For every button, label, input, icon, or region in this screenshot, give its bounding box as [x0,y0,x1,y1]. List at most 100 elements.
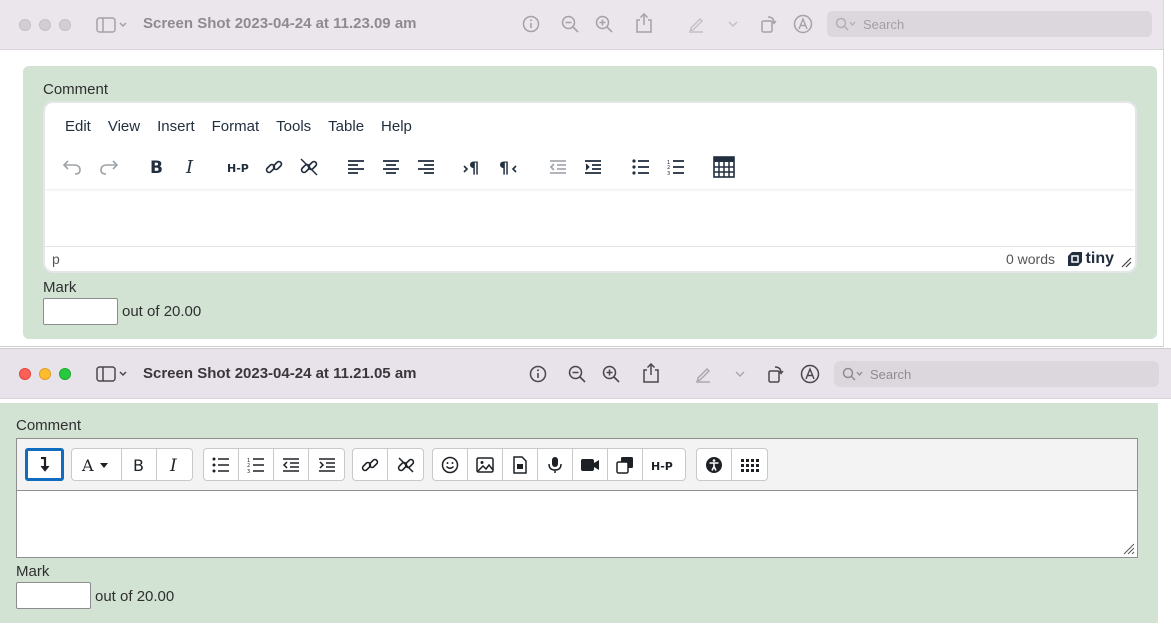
svg-text:H-P: H-P [651,460,673,471]
editor-toolbar: B I H-P ¶ ¶ 1 2 3 [45,149,1135,189]
share-icon[interactable] [640,362,662,384]
italic-icon[interactable]: I [157,449,192,480]
align-center-icon[interactable] [377,153,405,181]
atto-editor-body[interactable] [17,491,1137,557]
image-icon[interactable] [468,449,503,480]
close-button[interactable] [19,18,31,31]
menu-table[interactable]: Table [328,118,364,135]
h5p-icon[interactable]: H-P [643,449,685,480]
search-icon [842,367,863,381]
toolbar-group-style: A B I [71,448,193,481]
info-icon[interactable] [527,363,549,385]
undo-icon[interactable] [58,153,86,181]
document-content: Comment A B I 1 2 3 H-P Mark out of 20.0… [0,400,1171,626]
link-icon[interactable] [260,153,288,181]
svg-text:B: B [133,457,144,473]
comment-label: Comment [16,417,82,434]
indent-icon[interactable] [309,449,344,480]
sidebar-icon [96,366,116,382]
rotate-icon[interactable] [764,363,786,385]
zoom-button[interactable] [59,367,71,380]
bold-icon[interactable]: B [142,153,170,181]
element-path[interactable]: p [52,251,60,267]
numbered-list-icon[interactable]: 123 [662,153,690,181]
close-button[interactable] [19,367,31,380]
redo-icon[interactable] [95,153,123,181]
preview-window-back: Screen Shot 2023-04-24 at 11.23.09 am Se… [0,0,1164,347]
bullet-list-icon[interactable] [627,153,655,181]
menu-tools[interactable]: Tools [276,118,311,135]
menu-view[interactable]: View [108,118,140,135]
media-file-icon[interactable] [503,449,538,480]
record-audio-icon[interactable] [538,449,573,480]
info-icon[interactable] [520,13,542,35]
search-field[interactable]: Search [834,361,1159,387]
annotate-icon[interactable] [799,363,821,385]
manage-files-icon[interactable] [608,449,643,480]
unlink-icon[interactable] [388,449,423,480]
numbered-list-icon[interactable]: 123 [239,449,274,480]
table-icon[interactable] [710,153,738,181]
align-right-icon[interactable] [412,153,440,181]
out-of-text: out of 20.00 [122,303,202,320]
toolbar-group-other [696,448,768,481]
rtl-icon[interactable]: ¶ [494,153,522,181]
record-video-icon[interactable] [573,449,608,480]
markup-menu-chevron-icon[interactable] [722,13,744,35]
search-field[interactable]: Search [827,11,1152,37]
unlink-icon[interactable] [295,153,323,181]
mark-input[interactable] [16,582,91,609]
preview-window-front: Screen Shot 2023-04-24 at 11.21.05 am Se… [0,348,1171,626]
equation-table-icon[interactable] [732,449,767,480]
ltr-icon[interactable]: ¶ [459,153,487,181]
menu-format[interactable]: Format [212,118,260,135]
annotate-icon[interactable] [792,13,814,35]
document-content: Comment Edit View Insert Format Tools Ta… [0,51,1163,346]
resize-handle-icon[interactable] [1123,543,1135,555]
share-icon[interactable] [633,12,655,34]
zoom-out-icon[interactable] [559,13,581,35]
align-left-icon[interactable] [342,153,370,181]
word-count[interactable]: 0 words [1006,251,1055,267]
outdent-icon[interactable] [544,153,572,181]
markup-pen-icon[interactable] [685,13,707,35]
indent-icon[interactable] [579,153,607,181]
minimize-button[interactable] [39,367,51,380]
rotate-icon[interactable] [757,13,779,35]
resize-handle-icon[interactable] [1120,256,1132,268]
svg-text:I: I [185,159,194,175]
zoom-button[interactable] [59,18,71,31]
outdent-icon[interactable] [274,449,309,480]
bold-icon[interactable]: B [122,449,157,480]
menu-insert[interactable]: Insert [157,118,195,135]
titlebar: Screen Shot 2023-04-24 at 11.21.05 am Se… [0,349,1171,399]
window-title: Screen Shot 2023-04-24 at 11.23.09 am [143,15,417,32]
emoji-icon[interactable] [433,449,468,480]
mark-input[interactable] [43,298,118,325]
search-placeholder: Search [863,16,905,32]
h5p-icon[interactable]: H-P [223,153,257,181]
italic-icon[interactable]: I [177,153,205,181]
markup-pen-icon[interactable] [692,363,714,385]
zoom-in-icon[interactable] [600,363,622,385]
editor-statusbar: p 0 words tiny [45,246,1135,271]
font-style-icon[interactable]: A [72,449,122,480]
markup-menu-chevron-icon[interactable] [729,363,751,385]
accessibility-icon[interactable] [697,449,732,480]
zoom-out-icon[interactable] [566,363,588,385]
link-icon[interactable] [353,449,388,480]
bullet-list-icon[interactable] [204,449,239,480]
sidebar-icon [96,17,116,33]
sidebar-toggle-button[interactable] [96,15,128,35]
editor-body[interactable] [45,191,1135,248]
toolbar-group-media: H-P [432,448,686,481]
show-more-icon[interactable] [25,448,64,481]
menu-edit[interactable]: Edit [65,118,91,135]
minimize-button[interactable] [39,18,51,31]
zoom-in-icon[interactable] [593,13,615,35]
menu-help[interactable]: Help [381,118,412,135]
tiny-logo[interactable]: tiny [1067,250,1114,268]
sidebar-toggle-button[interactable] [96,364,128,384]
svg-text:I: I [169,457,177,473]
atto-editor: A B I 123 H-P [16,438,1138,558]
